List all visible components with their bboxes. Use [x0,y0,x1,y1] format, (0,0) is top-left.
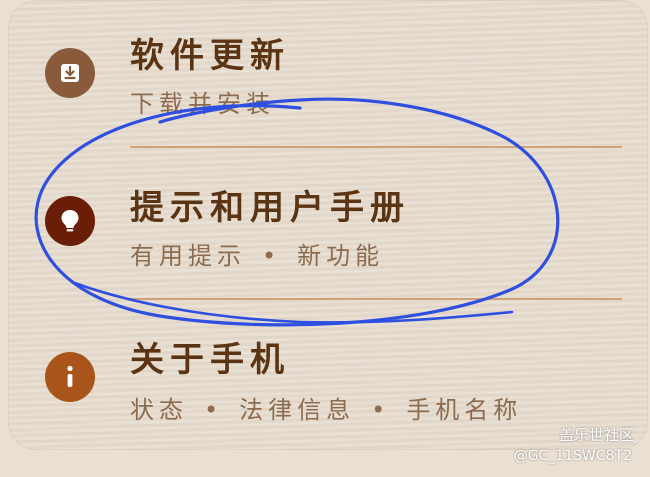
handdrawn-circle-annotation [34,97,560,327]
watermark-id: @GC_11SWC8T2 [513,448,632,464]
watermark-title: 盖乐世社区 [558,426,634,444]
